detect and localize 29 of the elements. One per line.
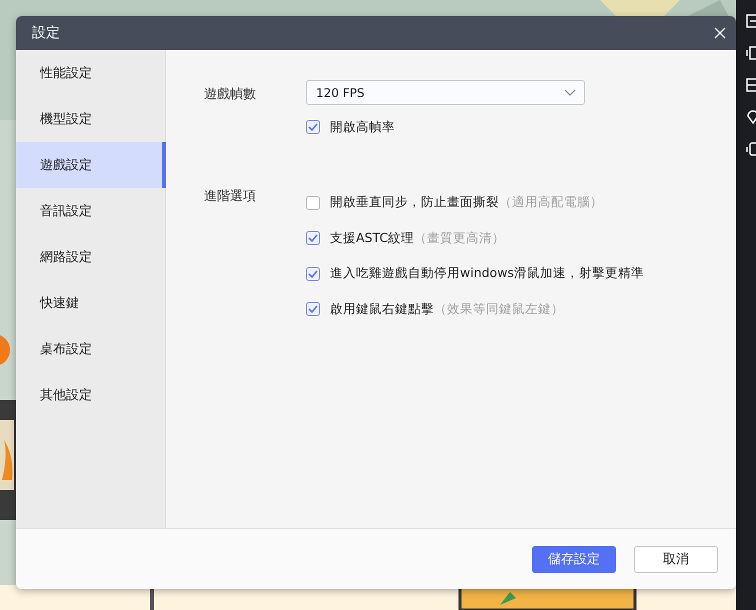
sidebar-item[interactable]: 遊戲設定 <box>16 142 166 188</box>
dialog-title: 設定 <box>32 24 60 42</box>
chevron-icon <box>564 89 576 96</box>
close-icon[interactable] <box>714 27 726 39</box>
checkbox[interactable] <box>306 196 320 210</box>
cancel-button[interactable]: 取消 <box>634 546 718 572</box>
frame-rate-dropdown[interactable]: 120 FPS <box>306 80 585 105</box>
checkbox[interactable] <box>306 266 320 281</box>
sidebar-item[interactable]: 其他設定 <box>16 372 166 418</box>
layout-icon[interactable] <box>746 78 756 92</box>
option-label: 啟用鍵鼠右鍵點擊（效果等同鍵鼠左鍵） <box>330 300 564 318</box>
option-label: 開啟高幀率 <box>330 118 395 136</box>
sidebar-item[interactable]: 快速鍵 <box>16 280 166 326</box>
sidebar-item[interactable]: 音訊設定 <box>16 188 166 234</box>
checkbox[interactable] <box>306 302 320 316</box>
option-label: 開啟垂直同步，防止畫面撕裂（適用高配電腦） <box>330 194 603 212</box>
sidebar-item[interactable]: 網路設定 <box>16 234 166 280</box>
save-button[interactable]: 儲存設定 <box>532 546 616 572</box>
option-label: 支援ASTC紋理（畫質更高清） <box>330 230 506 247</box>
field-label: 進階選項 <box>204 188 257 206</box>
checkbox[interactable] <box>306 231 320 246</box>
sidebar-item[interactable]: 性能設定 <box>16 50 166 96</box>
checkbox[interactable] <box>306 120 320 134</box>
field-label: 遊戲幀數 <box>204 86 257 104</box>
toolbar-icon[interactable] <box>746 14 756 28</box>
option-label: 進入吃雞遊戲自動停用windows滑鼠加速，射擊更精準 <box>330 265 644 282</box>
sidebar-item[interactable]: 桌布設定 <box>16 326 166 372</box>
sidebar-item[interactable]: 機型設定 <box>16 96 166 142</box>
location-icon[interactable] <box>746 110 756 124</box>
